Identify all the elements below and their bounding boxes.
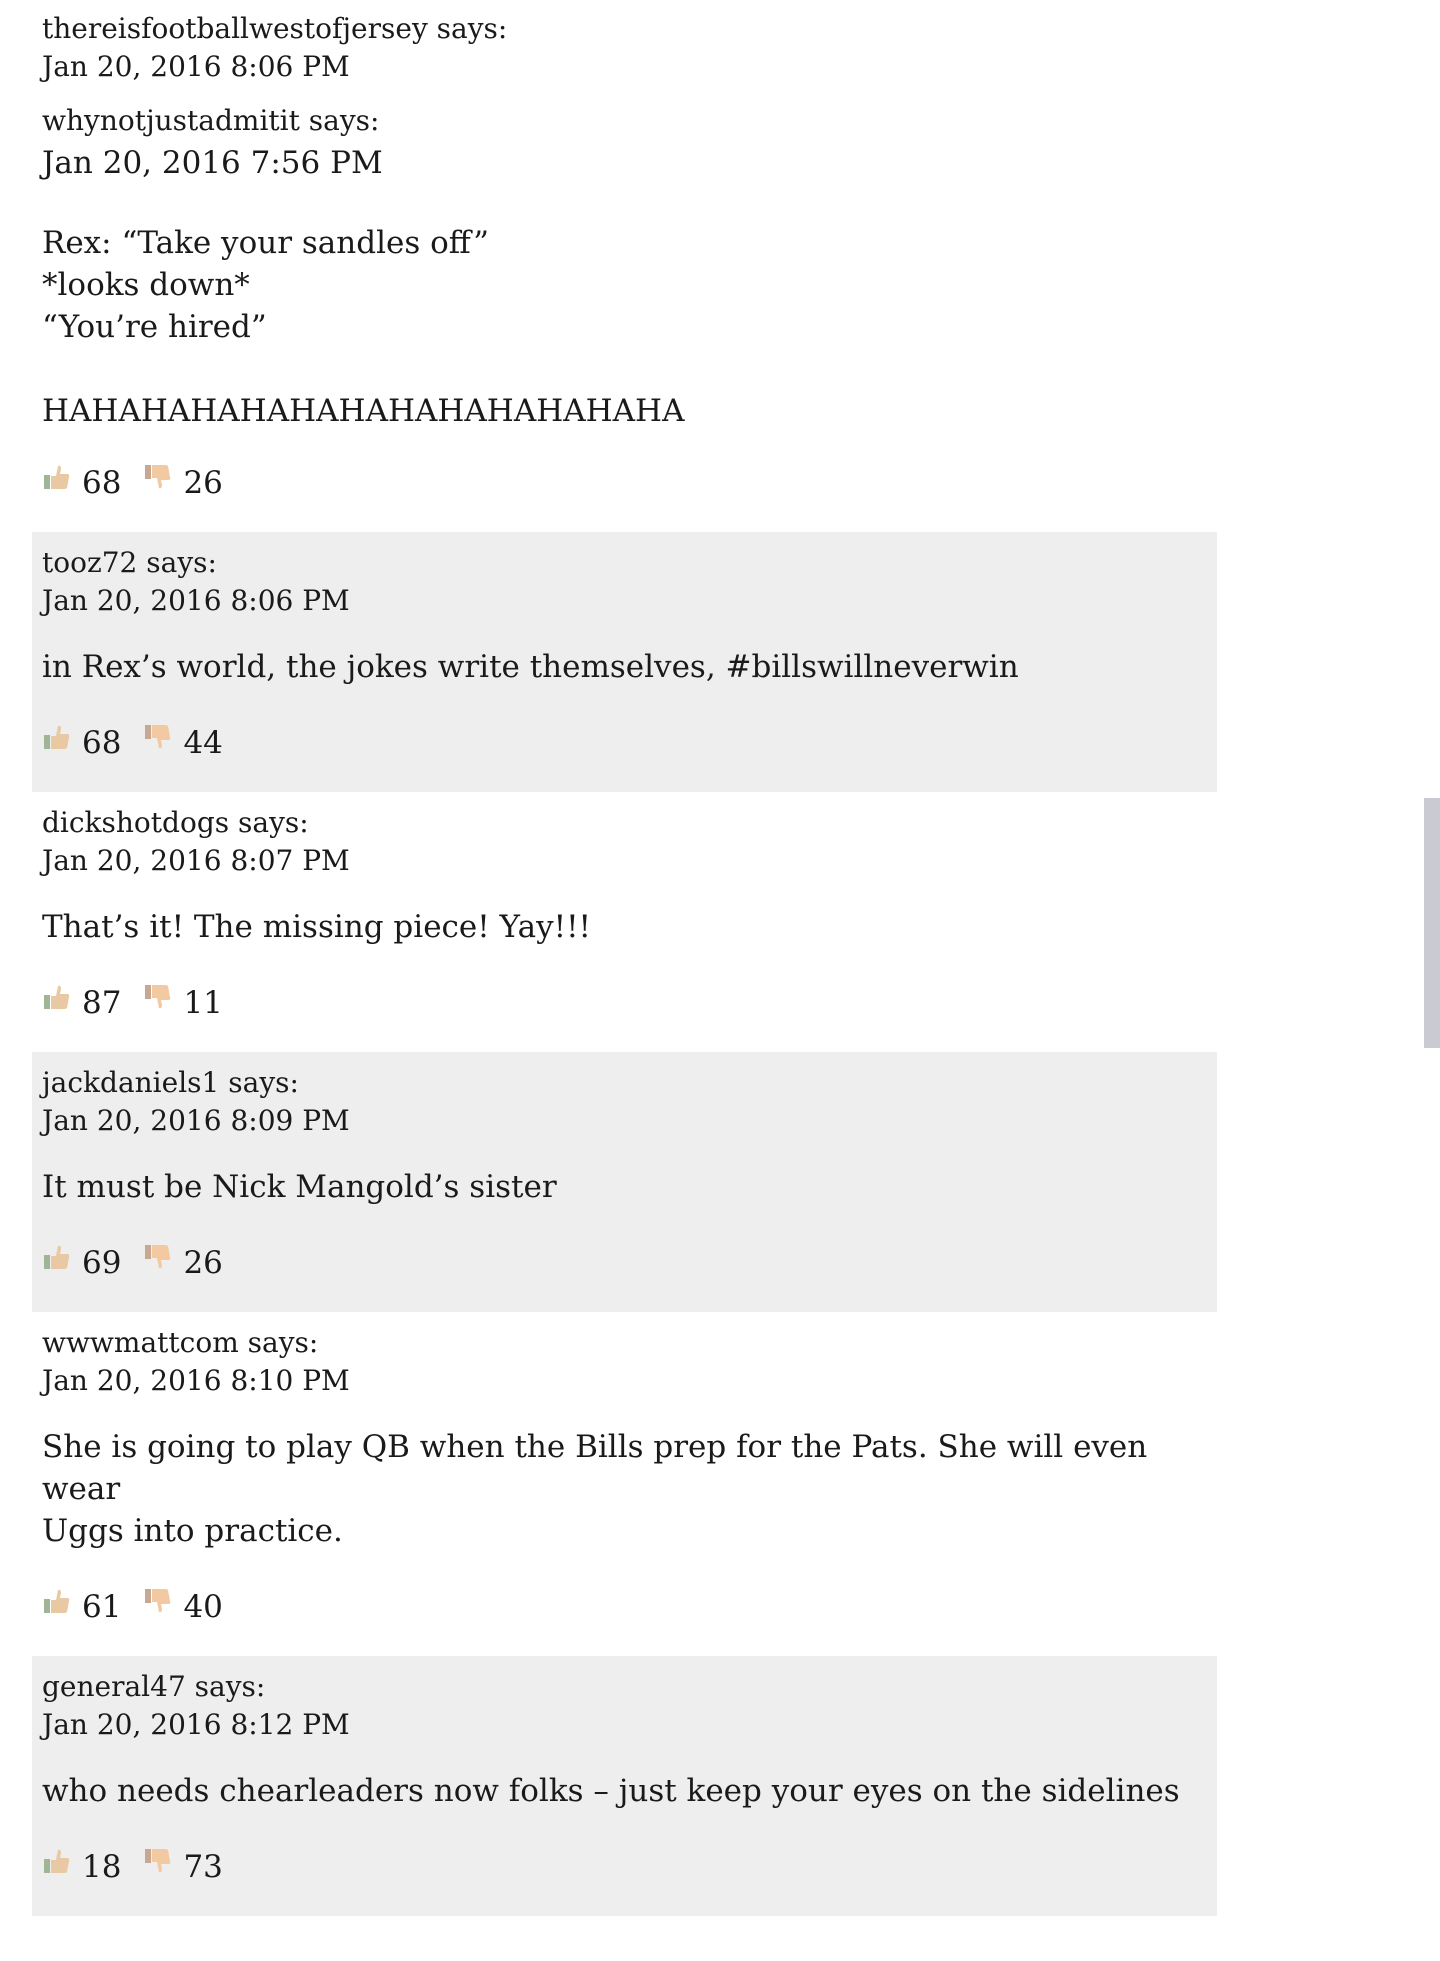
thumbs-down-count: 40 xyxy=(183,1589,223,1625)
thumbs-down-icon xyxy=(145,1589,171,1613)
says-label: says: xyxy=(436,12,508,45)
thumbs-up-button[interactable]: 68 xyxy=(42,722,121,764)
comment-author-line: tooz72 says: xyxy=(42,544,1207,582)
comment-author[interactable]: tooz72 xyxy=(42,546,137,579)
comment-author-line: wwwmattcom says: xyxy=(42,1324,1207,1362)
thumbs-up-icon xyxy=(44,985,70,1009)
thumbs-down-count: 26 xyxy=(183,1245,223,1281)
thumbs-up-button[interactable]: 87 xyxy=(42,982,121,1024)
comment-date[interactable]: Jan 20, 2016 8:10 PM xyxy=(42,1362,1207,1400)
vote-bar: 18 73 xyxy=(42,1846,1207,1916)
comment-author-line: jackdaniels1 says: xyxy=(42,1064,1207,1102)
thumbs-down-button[interactable]: 26 xyxy=(143,1242,223,1284)
thumbs-down-icon xyxy=(145,985,171,1009)
thumbs-down-button[interactable]: 26 xyxy=(143,462,223,504)
comment-body: in Rex’s world, the jokes write themselv… xyxy=(42,649,1019,685)
comment: dickshotdogs says: Jan 20, 2016 8:07 PM … xyxy=(32,792,1217,1052)
comment-author-line: general47 says: xyxy=(42,1668,1207,1706)
comment: tooz72 says: Jan 20, 2016 8:06 PM in Rex… xyxy=(32,532,1217,792)
vote-bar: 61 40 xyxy=(42,1586,1207,1656)
thumbs-down-count: 44 xyxy=(183,725,223,761)
comment-author-line: dickshotdogs says: xyxy=(42,804,1207,842)
comment-date[interactable]: Jan 20, 2016 8:07 PM xyxy=(42,842,1207,880)
thumbs-down-button[interactable]: 73 xyxy=(143,1846,223,1888)
thumbs-down-button[interactable]: 40 xyxy=(143,1586,223,1628)
thumbs-up-button[interactable]: 69 xyxy=(42,1242,121,1284)
thumbs-up-icon xyxy=(44,465,70,489)
says-label: says: xyxy=(146,546,217,579)
quoted-date[interactable]: Jan 20, 2016 7:56 PM xyxy=(42,142,1207,184)
comment-date[interactable]: Jan 20, 2016 8:09 PM xyxy=(42,1102,1207,1140)
thumbs-down-button[interactable]: 44 xyxy=(143,722,223,764)
vote-bar: 69 26 xyxy=(42,1242,1207,1312)
thumbs-down-icon xyxy=(145,465,171,489)
quoted-author[interactable]: whynotjustadmitit xyxy=(42,104,300,137)
thumbs-up-count: 61 xyxy=(82,1589,122,1625)
comment-author[interactable]: jackdaniels1 xyxy=(42,1066,219,1099)
thumbs-up-icon xyxy=(44,1589,70,1613)
quoted-author-line: whynotjustadmitit says: xyxy=(42,100,1207,142)
comment: thereisfootballwestofjersey says: Jan 20… xyxy=(32,0,1217,532)
comment: general47 says: Jan 20, 2016 8:12 PM who… xyxy=(32,1656,1217,1916)
comment-author[interactable]: wwwmattcom xyxy=(42,1326,239,1359)
thumbs-up-icon xyxy=(44,725,70,749)
thumbs-down-count: 26 xyxy=(183,465,223,501)
comment: wwwmattcom says: Jan 20, 2016 8:10 PM Sh… xyxy=(32,1312,1217,1656)
quoted-comment: whynotjustadmitit says: Jan 20, 2016 7:5… xyxy=(42,100,1207,432)
thumbs-up-icon xyxy=(44,1245,70,1269)
thumbs-up-button[interactable]: 68 xyxy=(42,462,121,504)
vote-bar: 68 26 xyxy=(42,462,1207,532)
thumbs-down-icon xyxy=(145,1245,171,1269)
comment-author[interactable]: dickshotdogs xyxy=(42,806,229,839)
thumbs-down-icon xyxy=(145,725,171,749)
scrollbar-thumb[interactable] xyxy=(1424,798,1440,1048)
thumbs-up-button[interactable]: 61 xyxy=(42,1586,121,1628)
comment-author[interactable]: thereisfootballwestofjersey xyxy=(42,12,428,45)
thumbs-up-count: 69 xyxy=(82,1245,122,1281)
comment-list: thereisfootballwestofjersey says: Jan 20… xyxy=(32,0,1217,1916)
thumbs-up-count: 87 xyxy=(82,985,122,1021)
thumbs-down-button[interactable]: 11 xyxy=(143,982,223,1024)
comment-body: She is going to play QB when the Bills p… xyxy=(42,1429,1148,1549)
vote-bar: 68 44 xyxy=(42,722,1207,792)
thumbs-up-button[interactable]: 18 xyxy=(42,1846,121,1888)
thumbs-up-count: 18 xyxy=(82,1849,122,1885)
comment-body: who needs chearleaders now folks – just … xyxy=(42,1773,1180,1809)
says-label: says: xyxy=(238,806,309,839)
comment-date[interactable]: Jan 20, 2016 8:06 PM xyxy=(42,48,1207,86)
comment-body: It must be Nick Mangold’s sister xyxy=(42,1169,557,1205)
says-label: says: xyxy=(247,1326,319,1359)
comment-date[interactable]: Jan 20, 2016 8:12 PM xyxy=(42,1706,1207,1744)
comment-body: That’s it! The missing piece! Yay!!! xyxy=(42,909,591,945)
comments-page: thereisfootballwestofjersey says: Jan 20… xyxy=(0,0,1440,1961)
says-label: says: xyxy=(228,1066,299,1099)
comment-author-line: thereisfootballwestofjersey says: xyxy=(42,10,1207,48)
vote-bar: 87 11 xyxy=(42,982,1207,1052)
says-label: says: xyxy=(308,104,380,137)
comment: jackdaniels1 says: Jan 20, 2016 8:09 PM … xyxy=(32,1052,1217,1312)
thumbs-up-icon xyxy=(44,1849,70,1873)
thumbs-down-count: 11 xyxy=(183,985,223,1021)
comment-date[interactable]: Jan 20, 2016 8:06 PM xyxy=(42,582,1207,620)
thumbs-down-icon xyxy=(145,1849,171,1873)
thumbs-up-count: 68 xyxy=(82,725,122,761)
says-label: says: xyxy=(194,1670,266,1703)
quoted-body: Rex: “Take your sandles off” *looks down… xyxy=(42,225,685,429)
thumbs-up-count: 68 xyxy=(82,465,122,501)
thumbs-down-count: 73 xyxy=(183,1849,223,1885)
comment-author[interactable]: general47 xyxy=(42,1670,186,1703)
